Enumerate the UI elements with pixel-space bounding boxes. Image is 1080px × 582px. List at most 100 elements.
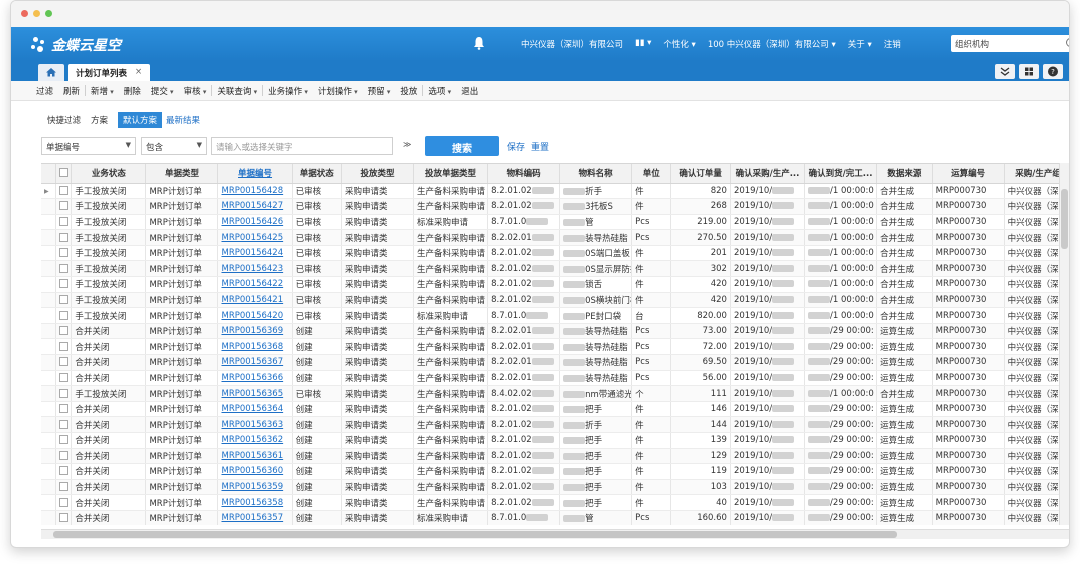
row-select-cell[interactable]	[55, 229, 73, 246]
column-header[interactable]: 单据状态	[292, 164, 342, 184]
save-link[interactable]: 保存	[507, 140, 525, 153]
home-tab[interactable]	[38, 64, 64, 81]
personalize-menu[interactable]: 个性化 ▾	[663, 38, 695, 50]
bell-icon[interactable]	[473, 36, 485, 50]
table-cell[interactable]: MRP00156365	[217, 385, 293, 402]
table-row[interactable]: 手工投放关闭 MRP计划订单 MRP00156427 已审核 采购申请类 生产备料采购申请…	[41, 198, 1069, 215]
row-checkbox[interactable]	[59, 185, 69, 195]
table-row[interactable]: 手工投放关闭 MRP计划订单 MRP00156421 已审核 采购申请类 生产备料采购申请…	[41, 292, 1069, 309]
grid-icon[interactable]	[1019, 64, 1039, 79]
table-row[interactable]: 合并关闭 MRP计划订单 MRP00156361 创建 采购申请类 生产备料采购申请 8.2…	[41, 448, 1069, 465]
toolbar-item[interactable]: 关联查询	[212, 85, 262, 97]
row-select-cell[interactable]	[55, 307, 73, 324]
bill-number-link[interactable]: MRP00156358	[221, 498, 283, 508]
table-cell[interactable]: MRP00156362	[217, 432, 293, 449]
column-header[interactable]: 投放单据类型	[413, 164, 489, 184]
table-cell[interactable]: MRP00156367	[217, 354, 293, 371]
table-row[interactable]: 合并关闭 MRP计划订单 MRP00156358 创建 采购申请类 生产备料采购申请 8.2…	[41, 494, 1069, 511]
bill-number-link[interactable]: MRP00156368	[221, 342, 283, 352]
company-menu[interactable]: 中兴仪器（深圳）有限公司	[521, 38, 623, 50]
row-select-cell[interactable]	[55, 276, 73, 293]
table-cell[interactable]: MRP00156360	[217, 463, 293, 480]
table-cell[interactable]: MRP00156420	[217, 307, 293, 324]
toolbar-item[interactable]: 审核	[179, 85, 212, 97]
column-header[interactable]: 确认采购/生产...	[730, 164, 806, 184]
toolbar-item[interactable]: 提交	[146, 85, 179, 97]
bill-number-link[interactable]: MRP00156359	[221, 482, 283, 492]
table-cell[interactable]: MRP00156424	[217, 245, 293, 262]
bill-number-link[interactable]: MRP00156426	[221, 217, 283, 227]
row-checkbox[interactable]	[59, 466, 69, 476]
tab-plan-order-list[interactable]: 计划订单列表 ×	[68, 64, 151, 81]
row-checkbox[interactable]	[59, 357, 69, 367]
table-row[interactable]: 手工投放关闭 MRP计划订单 MRP00156365 已审核 采购申请类 生产备料采购申请…	[41, 385, 1069, 402]
column-header[interactable]: 物料名称	[559, 164, 633, 184]
field-select[interactable]: 单据编号 ▼	[41, 137, 136, 155]
row-checkbox[interactable]	[59, 248, 69, 258]
row-checkbox[interactable]	[59, 404, 69, 414]
collapse-icon[interactable]	[995, 64, 1015, 79]
table-row[interactable]: 合并关闭 MRP计划订单 MRP00156364 创建 采购申请类 生产备料采购申请 8.2…	[41, 401, 1069, 418]
table-row[interactable]: 合并关闭 MRP计划订单 MRP00156357 创建 采购申请类 标准采购申请 8.7.0…	[41, 510, 1069, 525]
row-checkbox[interactable]	[59, 341, 69, 351]
row-select-cell[interactable]	[55, 245, 73, 262]
table-row[interactable]: 合并关闭 MRP计划订单 MRP00156360 创建 采购申请类 生产备料采购申请 8.2…	[41, 463, 1069, 480]
row-checkbox[interactable]	[59, 216, 69, 226]
row-checkbox[interactable]	[59, 372, 69, 382]
org-menu[interactable]: 100 中兴仪器（深圳）有限公司 ▾	[708, 38, 836, 50]
table-cell[interactable]: MRP00156358	[217, 494, 293, 511]
toolbar-item[interactable]: 退出	[456, 85, 483, 97]
table-cell[interactable]: MRP00156421	[217, 292, 293, 309]
table-cell[interactable]: MRP00156364	[217, 401, 293, 418]
row-select-cell[interactable]	[55, 214, 73, 231]
table-row[interactable]: 手工投放关闭 MRP计划订单 MRP00156422 已审核 采购申请类 生产备料采购申请…	[41, 276, 1069, 293]
keyword-input[interactable]: 请输入或选择关键字	[211, 137, 393, 155]
toolbar-item[interactable]: 刷新	[58, 85, 85, 97]
column-header[interactable]: 单位	[631, 164, 672, 184]
row-select-cell[interactable]	[55, 448, 73, 465]
bill-number-link[interactable]: MRP00156365	[221, 389, 283, 399]
toolbar-item[interactable]: 投放	[395, 85, 422, 97]
table-cell[interactable]: MRP00156361	[217, 448, 293, 465]
column-header[interactable]: 物料编码	[487, 164, 561, 184]
table-cell[interactable]: MRP00156427	[217, 198, 293, 215]
bill-number-link[interactable]: MRP00156367	[221, 357, 283, 367]
table-cell[interactable]: MRP00156369	[217, 323, 293, 340]
table-cell[interactable]: MRP00156357	[217, 510, 293, 525]
row-select-cell[interactable]	[55, 292, 73, 309]
operator-select[interactable]: 包含 ▼	[141, 137, 207, 155]
search-icon[interactable]	[1066, 38, 1069, 47]
row-checkbox[interactable]	[59, 419, 69, 429]
table-row[interactable]: ▶ 手工投放关闭 MRP计划订单 MRP00156428 已审核 采购申请类 生产备料采购申…	[41, 183, 1069, 200]
vertical-scrollbar[interactable]	[1059, 163, 1069, 525]
search-button[interactable]: 搜索	[425, 136, 499, 156]
column-header[interactable]: 单据编号	[217, 164, 293, 184]
table-cell[interactable]: MRP00156366	[217, 370, 293, 387]
tab-close-icon[interactable]: ×	[135, 67, 142, 78]
row-checkbox[interactable]	[59, 294, 69, 304]
bill-number-link[interactable]: MRP00156427	[221, 201, 283, 211]
bill-number-link[interactable]: MRP00156425	[221, 233, 283, 243]
minimize-window-icon[interactable]	[33, 10, 40, 17]
row-checkbox[interactable]	[59, 513, 69, 523]
row-checkbox[interactable]	[59, 497, 69, 507]
table-cell[interactable]: MRP00156425	[217, 229, 293, 246]
row-select-cell[interactable]	[55, 385, 73, 402]
close-window-icon[interactable]	[21, 10, 28, 17]
column-header[interactable]: 运算编号	[932, 164, 1005, 184]
table-cell[interactable]: MRP00156368	[217, 338, 293, 356]
row-checkbox[interactable]	[59, 450, 69, 460]
table-row[interactable]: 合并关闭 MRP计划订单 MRP00156368 创建 采购申请类 生产备料采购申请 8.2…	[41, 338, 1069, 356]
table-row[interactable]: 合并关闭 MRP计划订单 MRP00156367 创建 采购申请类 生产备料采购申请 8.2…	[41, 354, 1069, 371]
toolbar-item[interactable]: 过滤	[31, 85, 58, 97]
select-all-checkbox[interactable]	[59, 168, 69, 178]
table-row[interactable]: 合并关闭 MRP计划订单 MRP00156362 创建 采购申请类 生产备料采购申请 8.2…	[41, 432, 1069, 449]
bill-number-link[interactable]: MRP00156423	[221, 264, 283, 274]
row-checkbox[interactable]	[59, 435, 69, 445]
row-checkbox[interactable]	[59, 263, 69, 273]
column-header[interactable]: 单据类型	[145, 164, 219, 184]
row-select-cell[interactable]	[55, 260, 73, 278]
bill-number-link[interactable]: MRP00156424	[221, 248, 283, 258]
about-menu[interactable]: 关于 ▾	[848, 38, 872, 50]
table-cell[interactable]: MRP00156363	[217, 416, 293, 433]
